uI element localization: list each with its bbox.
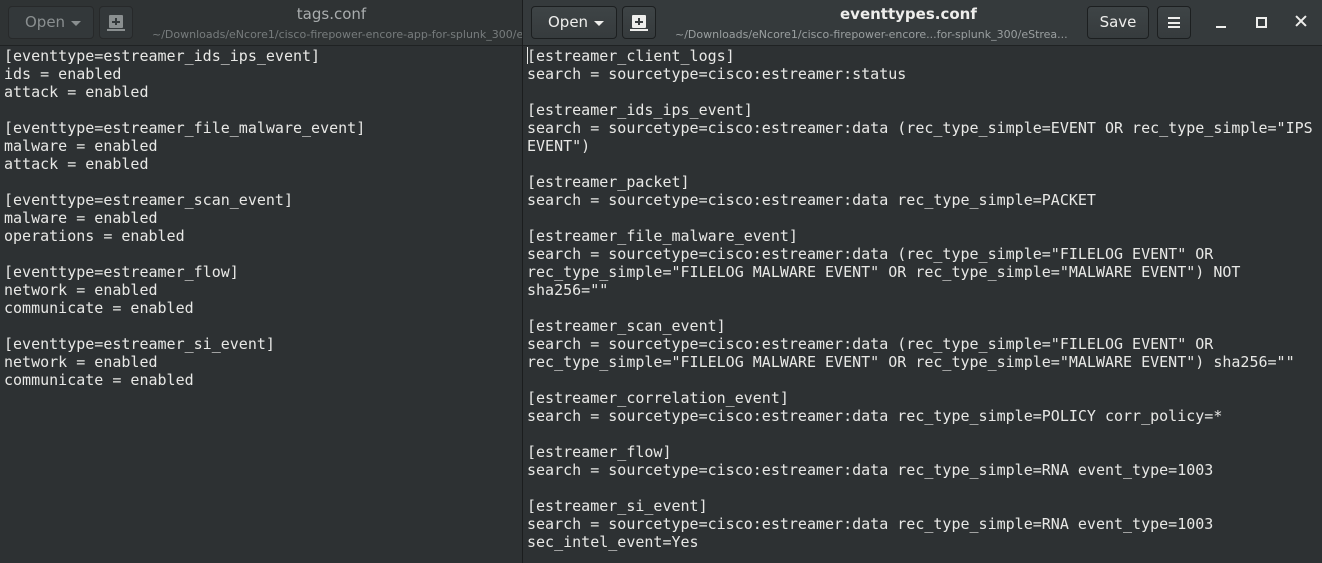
close-icon	[1293, 13, 1309, 29]
text-line: [eventtype=estreamer_file_malware_event]	[4, 119, 366, 137]
text-line	[527, 83, 1318, 101]
text-line: search = sourcetype=cisco:estreamer:data…	[527, 515, 1214, 533]
window-title: eventtypes.conf	[840, 5, 977, 23]
text-line: [eventtype=estreamer_si_event]	[4, 335, 275, 353]
text-line: search = sourcetype=cisco:estreamer:data…	[527, 191, 1096, 209]
editor-text[interactable]: [eventtype=estreamer_ids_ips_event] ids =…	[0, 46, 522, 389]
text-line	[4, 101, 518, 119]
text-line	[527, 299, 1318, 317]
title-block: tags.conf ~/Downloads/eNcore1/cisco-fire…	[140, 4, 523, 43]
text-line: search = sourcetype=cisco:estreamer:data…	[527, 119, 1313, 137]
maximize-icon	[1256, 17, 1267, 28]
text-line: malware = enabled	[4, 137, 158, 155]
open-button[interactable]: Open	[531, 6, 617, 39]
text-line: search = sourcetype=cisco:estreamer:data…	[527, 245, 1214, 263]
text-line: attack = enabled	[4, 83, 149, 101]
minimize-button[interactable]	[1209, 10, 1233, 34]
text-line: [estreamer_si_event]	[527, 497, 708, 515]
text-line: ids = enabled	[4, 65, 122, 83]
open-button[interactable]: Open	[8, 6, 94, 39]
eventtypes-conf-window[interactable]: Open eventtypes.conf ~/Downloads/eNcore1…	[523, 0, 1322, 563]
open-button-label: Open	[25, 13, 66, 31]
title-block: eventtypes.conf ~/Downloads/eNcore1/cisc…	[663, 4, 1093, 43]
headerbar: Open tags.conf ~/Downloads/eNcore1/cisco…	[0, 0, 522, 46]
text-line	[527, 371, 1318, 389]
editor-text[interactable]: [estreamer_client_logs] search = sourcety…	[523, 46, 1322, 551]
text-line: [estreamer_ids_ips_event]	[527, 101, 753, 119]
text-line: [estreamer_correlation_event]	[527, 389, 789, 407]
text-line: rec_type_simple="FILELOG MALWARE EVENT" …	[527, 263, 1241, 281]
headerbar: Open eventtypes.conf ~/Downloads/eNcore1…	[523, 0, 1322, 46]
text-line: attack = enabled	[4, 155, 149, 173]
text-line: rec_type_simple="FILELOG MALWARE EVENT" …	[527, 353, 1295, 371]
text-line: malware = enabled	[4, 209, 158, 227]
text-line: [estreamer_flow]	[527, 443, 672, 461]
text-line: [eventtype=estreamer_scan_event]	[4, 191, 293, 209]
text-editor[interactable]: [estreamer_client_logs] search = sourcety…	[523, 46, 1322, 563]
text-line: [eventtype=estreamer_ids_ips_event]	[4, 47, 321, 65]
text-line	[4, 245, 518, 263]
text-line: [estreamer_file_malware_event]	[527, 227, 798, 245]
text-line: network = enabled	[4, 281, 158, 299]
text-line: EVENT")	[527, 137, 591, 155]
open-button-label: Open	[548, 13, 589, 31]
text-line: communicate = enabled	[4, 299, 194, 317]
text-line	[527, 209, 1318, 227]
text-line	[527, 425, 1318, 443]
text-line: search = sourcetype=cisco:estreamer:data…	[527, 335, 1214, 353]
window-subtitle-path: ~/Downloads/eNcore1/cisco-firepower-enco…	[675, 28, 1068, 41]
hamburger-menu-icon	[1168, 17, 1180, 28]
text-line: search = sourcetype=cisco:estreamer:data…	[527, 407, 1223, 425]
menu-button[interactable]	[1157, 6, 1191, 39]
text-line: [estreamer_packet]	[527, 173, 690, 191]
text-line	[4, 173, 518, 191]
text-line	[527, 155, 1318, 173]
text-line: [estreamer_client_logs]	[527, 47, 1318, 65]
new-document-button[interactable]	[99, 6, 133, 39]
save-button[interactable]: Save	[1087, 6, 1149, 39]
maximize-button[interactable]	[1249, 10, 1273, 34]
window-title: tags.conf	[296, 5, 367, 23]
new-document-button[interactable]	[622, 6, 656, 39]
text-line: search = sourcetype=cisco:estreamer:stat…	[527, 65, 907, 83]
text-line	[4, 317, 518, 335]
text-line: sha256=""	[527, 281, 609, 299]
text-line: communicate = enabled	[4, 371, 194, 389]
text-line: [eventtype=estreamer_flow]	[4, 263, 239, 281]
text-editor[interactable]: [eventtype=estreamer_ids_ips_event] ids =…	[0, 46, 522, 563]
text-line: [estreamer_scan_event]	[527, 317, 726, 335]
text-line: sec_intel_event=Yes	[527, 533, 699, 551]
minimize-icon	[1216, 26, 1226, 28]
close-button[interactable]	[1289, 10, 1313, 34]
tags-conf-window[interactable]: Open tags.conf ~/Downloads/eNcore1/cisco…	[0, 0, 523, 563]
text-line: operations = enabled	[4, 227, 185, 245]
text-line	[527, 479, 1318, 497]
chevron-down-icon	[594, 21, 604, 26]
chevron-down-icon	[71, 21, 81, 26]
text-line: network = enabled	[4, 353, 158, 371]
window-subtitle-path: ~/Downloads/eNcore1/cisco-firepower-enco…	[152, 28, 523, 41]
text-line: search = sourcetype=cisco:estreamer:data…	[527, 461, 1214, 479]
